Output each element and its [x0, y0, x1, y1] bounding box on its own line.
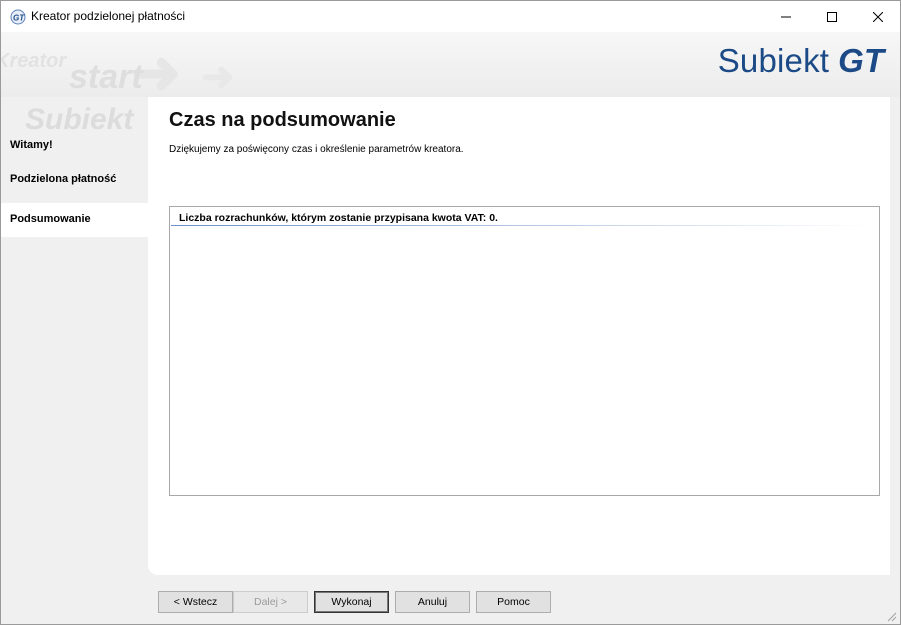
maximize-icon: [827, 11, 837, 22]
svg-text:GT: GT: [13, 14, 25, 23]
close-button[interactable]: [855, 1, 900, 32]
summary-list[interactable]: Liczba rozrachunków, którym zostanie prz…: [169, 206, 880, 496]
app-icon: GT: [10, 9, 26, 25]
wizard-window: GT Kreator podzielonej płatności ➜ ➜ Kre…: [0, 0, 901, 625]
logo-word: Subiekt: [717, 42, 830, 79]
close-icon: [873, 11, 883, 22]
subiekt-gt-logo: Subiekt GT: [718, 42, 884, 80]
wizard-content: Czas na podsumowanie Dziękujemy za poświ…: [148, 97, 890, 575]
wizard-steps-sidebar: Subiekt Witamy! Podzielona płatność Pods…: [1, 97, 148, 597]
maximize-button[interactable]: [809, 1, 855, 32]
minimize-button[interactable]: [763, 1, 809, 32]
title-bar[interactable]: GT Kreator podzielonej płatności: [1, 1, 900, 32]
watermark-text: start: [69, 58, 143, 96]
back-button[interactable]: < Wstecz: [158, 591, 233, 613]
step-podsumowanie: Podsumowanie: [1, 203, 148, 237]
step-witamy: Witamy!: [10, 139, 53, 151]
page-subtitle: Dziękujemy za poświęcony czas i określen…: [169, 144, 464, 155]
wizard-banner: ➜ ➜ Kreator start Subiekt GT: [0, 32, 900, 106]
execute-button[interactable]: Wykonaj: [314, 591, 389, 613]
page-title: Czas na podsumowanie: [169, 109, 396, 131]
watermark-arrow: ➜: [201, 55, 235, 99]
minimize-icon: [781, 16, 791, 17]
step-podzielona-platnosc: Podzielona płatność: [10, 173, 117, 185]
logo-suffix: GT: [838, 42, 884, 79]
help-button[interactable]: Pomoc: [476, 591, 551, 613]
cancel-button[interactable]: Anuluj: [395, 591, 470, 613]
summary-line-divider: [171, 225, 871, 226]
summary-line: Liczba rozrachunków, którym zostanie prz…: [179, 212, 498, 224]
resize-grip-icon[interactable]: [885, 609, 897, 622]
watermark-text: Kreator: [0, 50, 67, 72]
next-button[interactable]: Dalej >: [233, 591, 308, 613]
window-title: Kreator podzielonej płatności: [31, 9, 186, 23]
